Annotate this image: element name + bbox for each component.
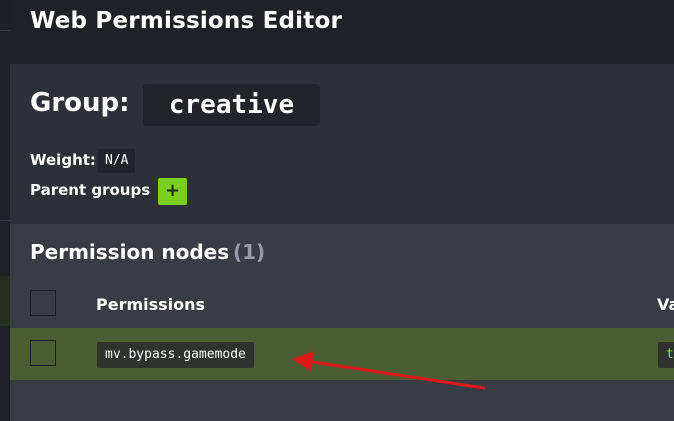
permission-nodes-count: (1) [233, 240, 266, 264]
group-label: Group: [30, 88, 130, 118]
column-header-permissions[interactable]: Permissions [96, 295, 205, 314]
permission-value[interactable]: t [658, 342, 674, 368]
group-info-panel: Group: creative Weight: N/A Parent group… [10, 64, 674, 224]
permission-nodes-panel: Permission nodes (1) Permissions Va mv.b… [10, 224, 674, 421]
permission-nodes-heading: Permission nodes [30, 240, 230, 264]
select-all-checkbox[interactable] [30, 290, 56, 316]
parent-groups-label: Parent groups [30, 181, 151, 199]
app-header: Web Permissions Editor [10, 0, 674, 64]
table-row[interactable]: mv.bypass.gamemode t [10, 328, 674, 380]
column-header-value[interactable]: Va [657, 295, 674, 314]
row-checkbox[interactable] [30, 340, 56, 366]
left-sidebar-edge [0, 0, 10, 421]
permission-node[interactable]: mv.bypass.gamemode [97, 342, 254, 368]
add-parent-group-button[interactable]: + [158, 178, 187, 205]
group-name: creative [143, 84, 320, 126]
weight-label: Weight: [30, 151, 96, 169]
table-header: Permissions Va [10, 284, 674, 328]
weight-value[interactable]: N/A [98, 149, 136, 173]
app-title: Web Permissions Editor [30, 8, 343, 34]
